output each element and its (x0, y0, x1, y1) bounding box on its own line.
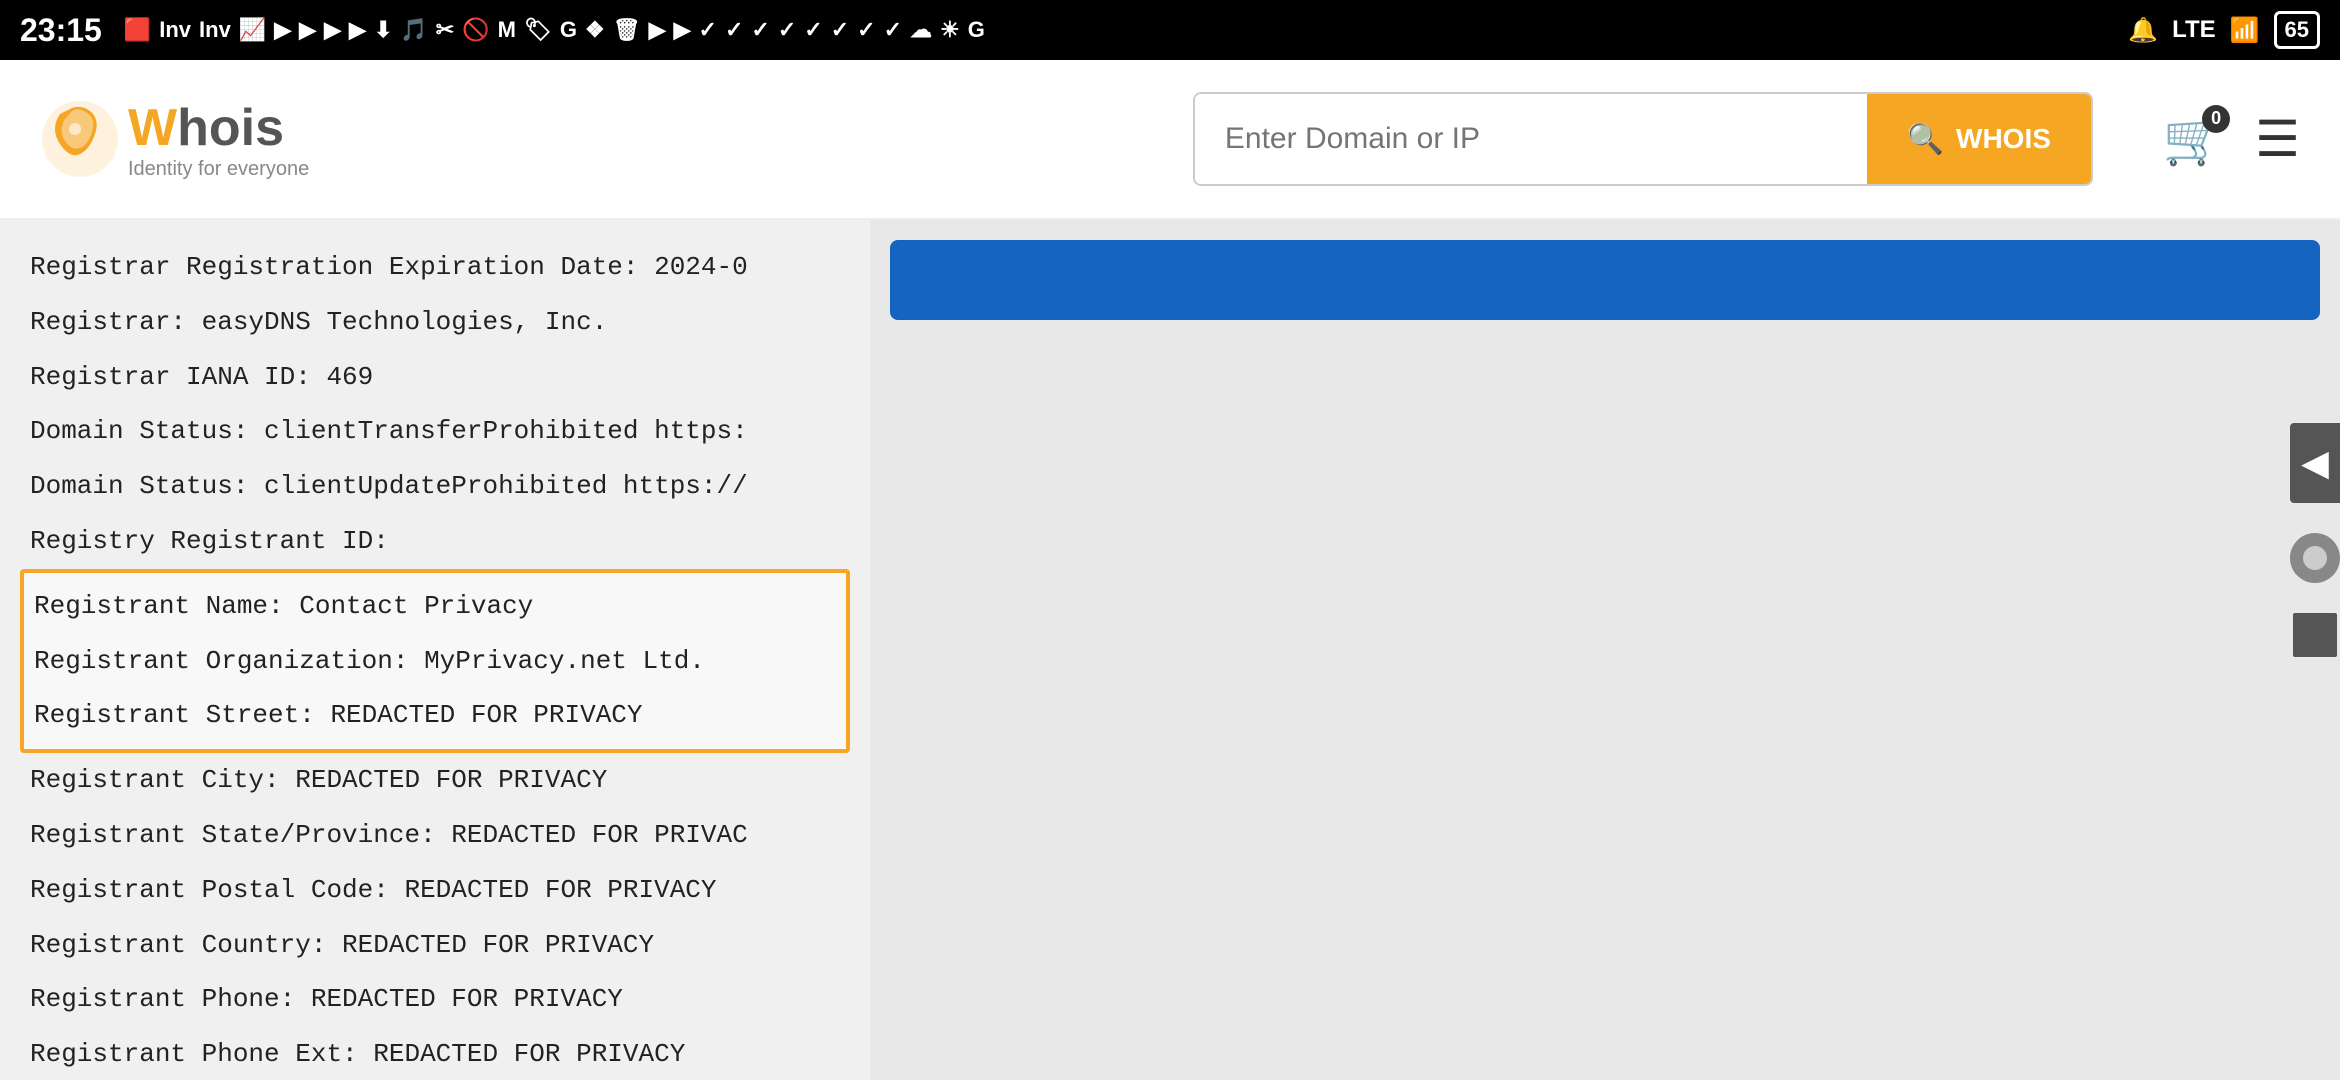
app-icon-17: 🗑 (613, 17, 641, 43)
notification-icon: 🔔 (2128, 16, 2158, 45)
app-icon-1: 🟥 (124, 17, 151, 43)
main-content: Registrar Registration Expiration Date: … (0, 220, 2340, 1080)
app-icon-28: ☁ (910, 17, 932, 43)
app-icon-26: ✓ (857, 17, 875, 43)
whois-line-8: Registrant Street: REDACTED FOR PRIVACY (34, 688, 836, 743)
whois-line-4: Domain Status: clientUpdateProhibited ht… (30, 459, 840, 514)
whois-line-11: Registrant Postal Code: REDACTED FOR PRI… (30, 863, 840, 918)
back-arrow-button[interactable]: ◀ (2290, 423, 2340, 503)
whois-line-7: Registrant Organization: MyPrivacy.net L… (34, 634, 836, 689)
app-icon-23: ✓ (778, 17, 796, 43)
app-icon-8: ▶ (349, 17, 366, 43)
logo[interactable]: Whois Identity for everyone (40, 98, 309, 181)
app-icon-3: Inv (199, 17, 231, 43)
app-icon-25: ✓ (831, 17, 849, 43)
whois-line-12: Registrant Country: REDACTED FOR PRIVACY (30, 918, 840, 973)
app-icon-15: G (560, 17, 577, 43)
app-icon-22: ✓ (751, 17, 769, 43)
app-icon-10: 🎵 (400, 17, 427, 43)
logo-tagline: Identity for everyone (128, 158, 309, 181)
right-panel (870, 220, 2340, 1080)
app-icon-30: G (968, 17, 985, 43)
app-icon-14: 🏷 (524, 17, 552, 43)
app-icon-21: ✓ (725, 17, 743, 43)
navbar: Whois Identity for everyone 🔍 WHOIS 🛒 0 … (0, 60, 2340, 220)
cart-badge: 0 (2202, 105, 2230, 133)
whois-line-14: Registrant Phone Ext: REDACTED FOR PRIVA… (30, 1027, 840, 1080)
search-button-label: WHOIS (1956, 123, 2051, 155)
highlighted-block: Registrant Name: Contact Privacy Registr… (20, 569, 850, 753)
app-icon-19: ▶ (674, 17, 691, 43)
status-icons: 🟥 Inv Inv 📈 ▶ ▶ ▶ ▶ ⬇ 🎵 ✂ 🚫 M 🏷 G ❖ 🗑 ▶ … (124, 17, 2116, 43)
square-nav-button[interactable] (2293, 613, 2337, 657)
app-icon-18: ▶ (649, 17, 666, 43)
logo-title: Whois (128, 98, 309, 158)
battery-indicator: 65 (2274, 11, 2320, 49)
app-icon-12: 🚫 (462, 17, 489, 43)
app-icon-27: ✓ (884, 17, 902, 43)
app-icon-7: ▶ (324, 17, 341, 43)
logo-icon (40, 99, 120, 179)
app-icon-5: ▶ (274, 17, 291, 43)
status-time: 23:15 (20, 12, 102, 49)
whois-line-0: Registrar Registration Expiration Date: … (30, 240, 840, 295)
logo-text: Whois Identity for everyone (128, 98, 309, 181)
app-icon-16: ❖ (585, 17, 605, 43)
app-icon-6: ▶ (299, 17, 316, 43)
signal-icon: 📶 (2230, 16, 2260, 45)
right-side-floats: ◀ (2290, 423, 2340, 657)
app-icon-9: ⬇ (374, 17, 392, 43)
whois-line-9: Registrant City: REDACTED FOR PRIVACY (30, 753, 840, 808)
app-icon-11: ✂ (436, 17, 454, 43)
whois-line-3: Domain Status: clientTransferProhibited … (30, 404, 840, 459)
whois-line-1: Registrar: easyDNS Technologies, Inc. (30, 295, 840, 350)
app-icon-24: ✓ (804, 17, 822, 43)
app-icon-20: ✓ (699, 17, 717, 43)
whois-line-6: Registrant Name: Contact Privacy (34, 579, 836, 634)
app-icon-29: ☀ (940, 17, 960, 43)
whois-line-2: Registrar IANA ID: 469 (30, 350, 840, 405)
circle-nav-button[interactable] (2290, 533, 2340, 583)
app-icon-4: 📈 (239, 17, 266, 43)
search-icon: 🔍 (1907, 122, 1944, 157)
whois-line-5: Registry Registrant ID: (30, 514, 840, 569)
whois-line-13: Registrant Phone: REDACTED FOR PRIVACY (30, 972, 840, 1027)
ad-blue-bar (890, 240, 2320, 320)
hamburger-button[interactable]: ☰ (2255, 114, 2300, 164)
nav-right: 🛒 0 ☰ (2163, 110, 2300, 169)
whois-line-10: Registrant State/Province: REDACTED FOR … (30, 808, 840, 863)
lte-icon: LTE (2172, 16, 2216, 44)
whois-panel: Registrar Registration Expiration Date: … (0, 220, 870, 1080)
whois-data: Registrar Registration Expiration Date: … (0, 220, 870, 1080)
app-icon-2: Inv (159, 17, 191, 43)
search-container: 🔍 WHOIS (1193, 92, 2093, 186)
cart-button[interactable]: 🛒 0 (2163, 110, 2225, 169)
status-right: 🔔 LTE 📶 65 (2128, 11, 2320, 49)
status-bar: 23:15 🟥 Inv Inv 📈 ▶ ▶ ▶ ▶ ⬇ 🎵 ✂ 🚫 M 🏷 G … (0, 0, 2340, 60)
search-input[interactable] (1195, 94, 1867, 184)
search-button[interactable]: 🔍 WHOIS (1867, 94, 2091, 184)
app-icon-13: M (498, 17, 516, 43)
circle-icon (2303, 546, 2327, 570)
